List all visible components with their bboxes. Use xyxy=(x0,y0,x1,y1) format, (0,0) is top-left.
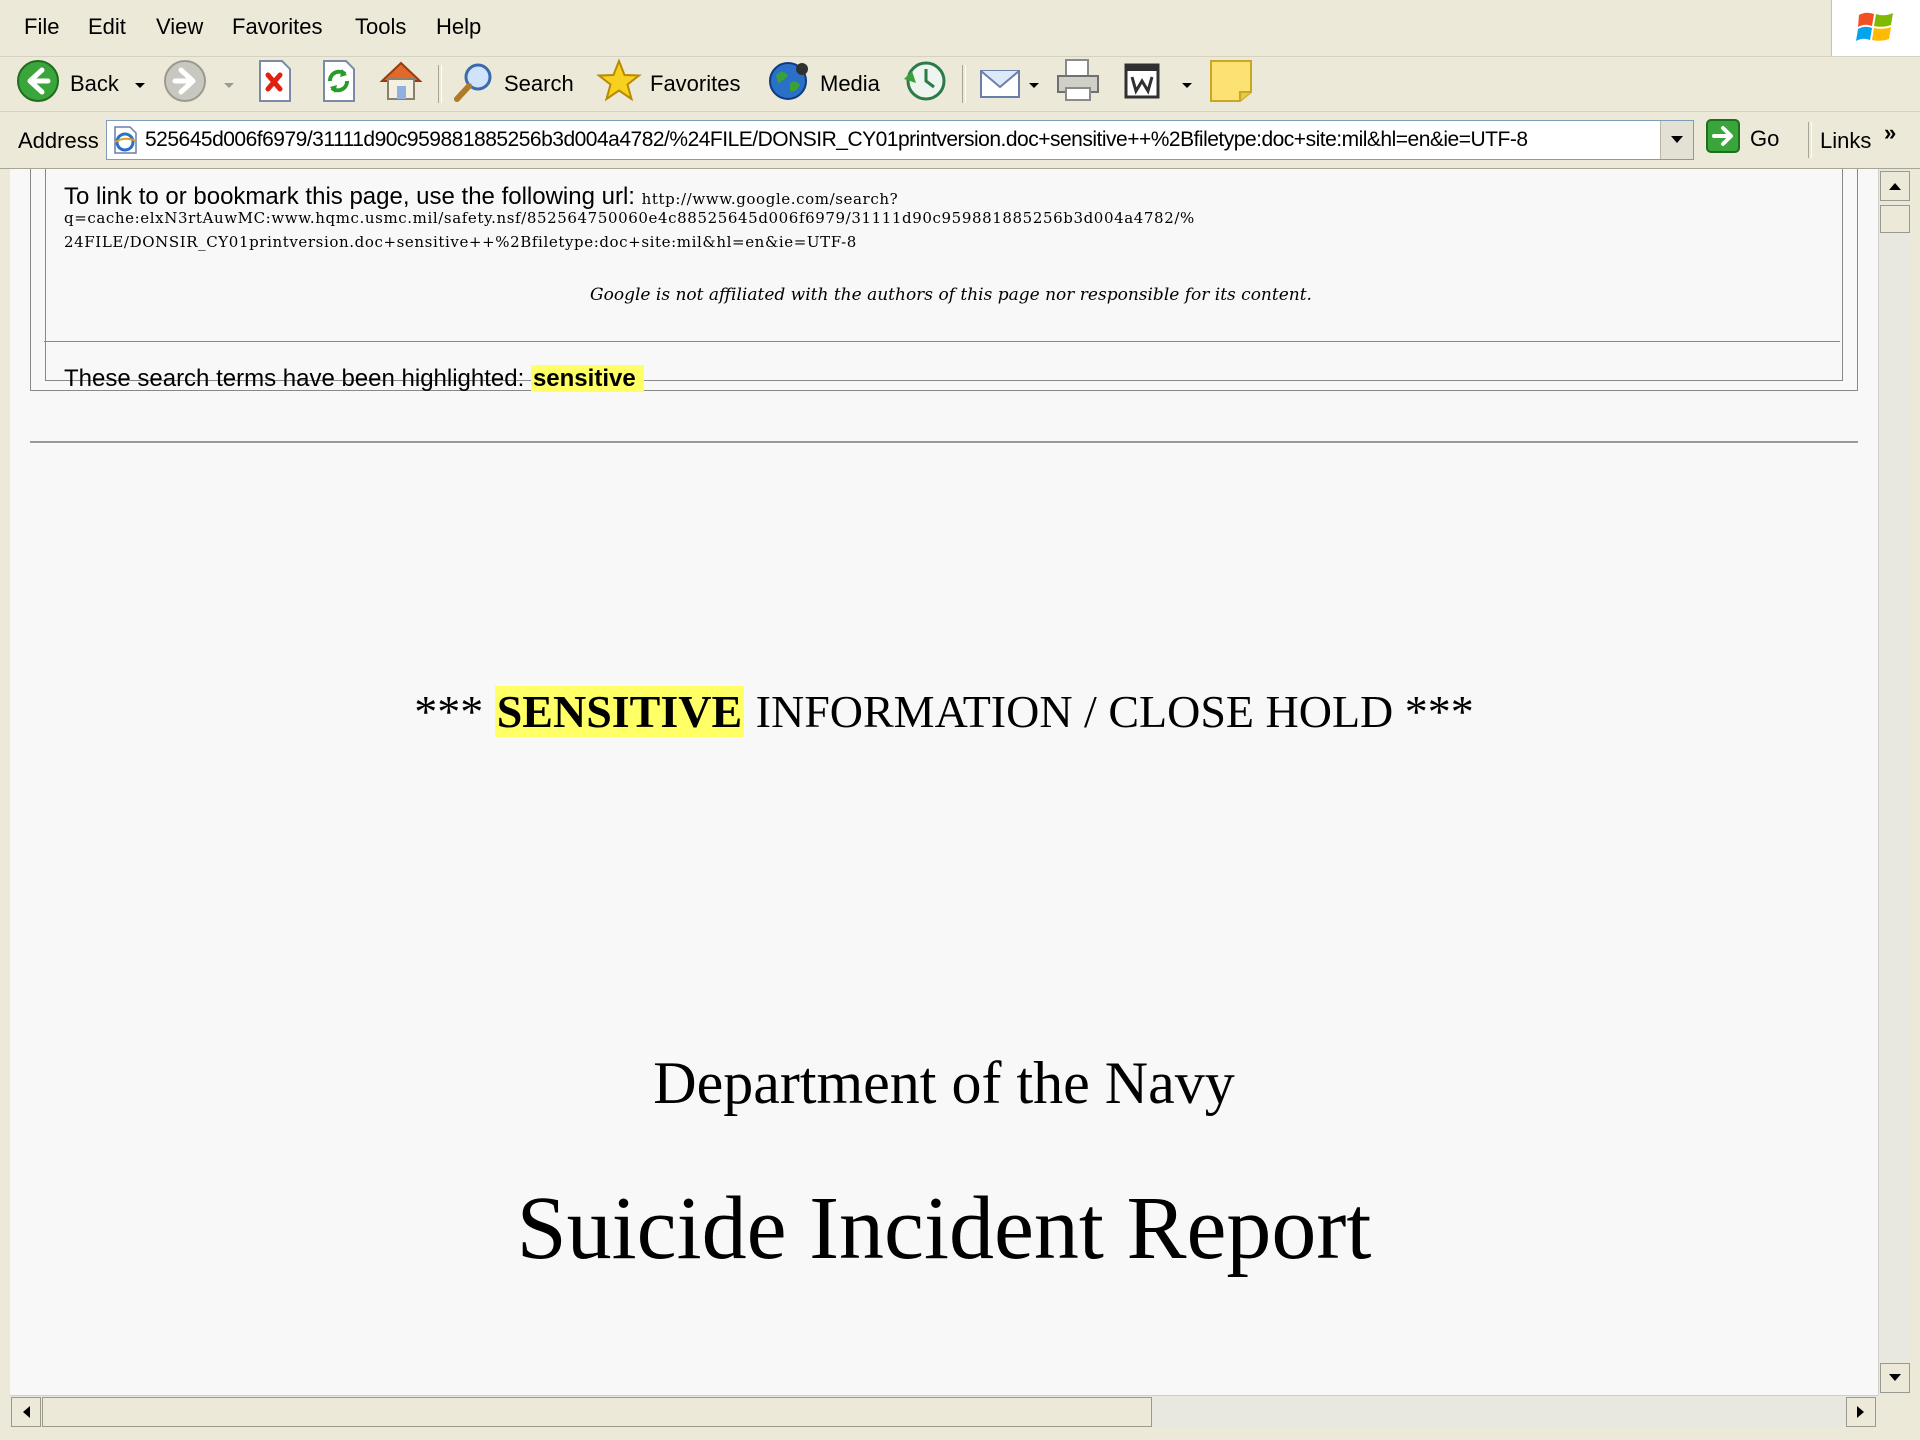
horizontal-scrollbar[interactable] xyxy=(10,1395,1878,1428)
window-frame-right xyxy=(1910,169,1920,1440)
standard-toolbar: Back Search Favorites Media xyxy=(0,57,1920,112)
links-separator xyxy=(1808,122,1812,158)
google-disclaimer: Google is not affiliated with the author… xyxy=(590,285,1312,305)
highlighted-term-badge: sensitive xyxy=(530,365,644,392)
refresh-button[interactable] xyxy=(318,60,358,105)
links-button[interactable]: Links xyxy=(1820,128,1871,154)
chevron-right-icon xyxy=(1857,1406,1864,1418)
chevron-up-icon xyxy=(1889,183,1901,190)
scroll-left-button[interactable] xyxy=(11,1397,41,1427)
chevron-down-icon xyxy=(1671,136,1683,143)
vertical-scroll-thumb[interactable] xyxy=(1880,205,1910,233)
search-label: Search xyxy=(504,71,574,96)
banner-prefix: *** xyxy=(414,686,495,737)
edit-button[interactable] xyxy=(1122,63,1162,105)
stop-icon xyxy=(254,59,294,109)
search-button[interactable]: Search xyxy=(452,63,574,105)
bookmark-intro-text: To link to or bookmark this page, use th… xyxy=(64,183,635,210)
home-button[interactable] xyxy=(378,61,424,105)
go-button[interactable]: Go xyxy=(1706,119,1780,159)
cache-url-line2[interactable]: 24FILE/DONSIR_CY01printversion.doc+sensi… xyxy=(64,233,857,251)
favorites-star-icon xyxy=(596,58,642,110)
search-icon xyxy=(452,59,496,109)
address-bar: Address Go Links » xyxy=(0,112,1920,169)
back-icon xyxy=(16,59,60,109)
media-label: Media xyxy=(820,71,880,96)
notes-icon xyxy=(1208,58,1254,110)
mail-dropdown-arrow[interactable] xyxy=(1029,83,1039,88)
horizontal-scroll-thumb[interactable] xyxy=(42,1397,1152,1427)
favorites-label: Favorites xyxy=(650,71,741,96)
classification-banner: *** SENSITIVE INFORMATION / CLOSE HOLD *… xyxy=(10,685,1878,738)
print-button[interactable] xyxy=(1054,59,1102,105)
cache-url-line1[interactable]: q=cache:elxN3rtAuwMC:www.hqmc.usmc.mil/s… xyxy=(64,209,1195,227)
back-label: Back xyxy=(70,71,119,96)
toolbar-separator xyxy=(962,65,966,103)
edit-dropdown-arrow[interactable] xyxy=(1182,83,1192,88)
favorites-button[interactable]: Favorites xyxy=(596,58,741,105)
banner-suffix: INFORMATION / CLOSE HOLD *** xyxy=(744,686,1474,737)
go-label: Go xyxy=(1750,126,1780,151)
address-field[interactable] xyxy=(106,120,1694,160)
forward-button[interactable] xyxy=(163,60,207,105)
menu-edit[interactable]: Edit xyxy=(88,14,126,40)
highlighted-terms-intro: These search terms have been highlighted… xyxy=(64,365,525,392)
menu-favorites[interactable]: Favorites xyxy=(232,14,322,40)
refresh-icon xyxy=(318,59,358,109)
window-frame-left xyxy=(0,169,10,1440)
scroll-right-button[interactable] xyxy=(1846,1397,1876,1427)
window-frame-bottom xyxy=(0,1427,1920,1440)
vertical-scrollbar[interactable] xyxy=(1878,169,1911,1395)
stop-button[interactable] xyxy=(254,60,294,105)
menu-tools[interactable]: Tools xyxy=(355,14,406,40)
address-label: Address xyxy=(18,128,99,153)
banner-highlighted-word: SENSITIVE xyxy=(494,686,745,737)
mail-button[interactable] xyxy=(978,63,1024,105)
highlighted-terms-line: These search terms have been highlighted… xyxy=(64,365,644,393)
menu-view[interactable]: View xyxy=(156,14,203,40)
menu-file[interactable]: File xyxy=(24,14,59,40)
department-heading: Department of the Navy xyxy=(653,1050,1235,1116)
windows-logo-icon xyxy=(1831,0,1920,56)
cache-header-divider xyxy=(44,341,1840,342)
scroll-down-button[interactable] xyxy=(1880,1363,1910,1393)
address-dropdown-button[interactable] xyxy=(1660,121,1693,159)
menu-help[interactable]: Help xyxy=(436,14,481,40)
back-dropdown-arrow[interactable] xyxy=(135,83,145,88)
mail-icon xyxy=(978,59,1024,109)
back-button[interactable]: Back xyxy=(16,60,119,105)
forward-dropdown-arrow[interactable] xyxy=(224,83,234,88)
chevron-down-icon xyxy=(1889,1374,1901,1381)
page-viewport: To link to or bookmark this page, use th… xyxy=(10,169,1878,1395)
home-icon xyxy=(378,59,424,109)
scroll-up-button[interactable] xyxy=(1880,171,1910,201)
address-input[interactable] xyxy=(145,121,1655,159)
ie-page-icon xyxy=(111,126,139,159)
scrollbar-corner xyxy=(1878,1395,1910,1427)
notes-button[interactable] xyxy=(1208,60,1254,105)
history-button[interactable] xyxy=(902,61,948,105)
history-icon xyxy=(902,59,948,109)
edit-word-icon xyxy=(1122,61,1162,107)
horizontal-rule xyxy=(30,441,1858,444)
bookmark-instruction: To link to or bookmark this page, use th… xyxy=(64,183,898,211)
print-icon xyxy=(1054,58,1102,110)
cache-url-part1[interactable]: http://www.google.com/search? xyxy=(642,190,899,208)
media-button[interactable]: Media xyxy=(766,62,880,105)
links-chevron-icon[interactable]: » xyxy=(1884,120,1896,146)
report-title: Suicide Incident Report xyxy=(516,1179,1372,1278)
menu-bar: File Edit View Favorites Tools Help xyxy=(0,0,1920,57)
go-arrow-icon xyxy=(1706,119,1740,159)
forward-icon xyxy=(163,59,207,109)
toolbar-separator xyxy=(438,65,442,103)
media-icon xyxy=(766,59,812,109)
chevron-left-icon xyxy=(23,1406,30,1418)
